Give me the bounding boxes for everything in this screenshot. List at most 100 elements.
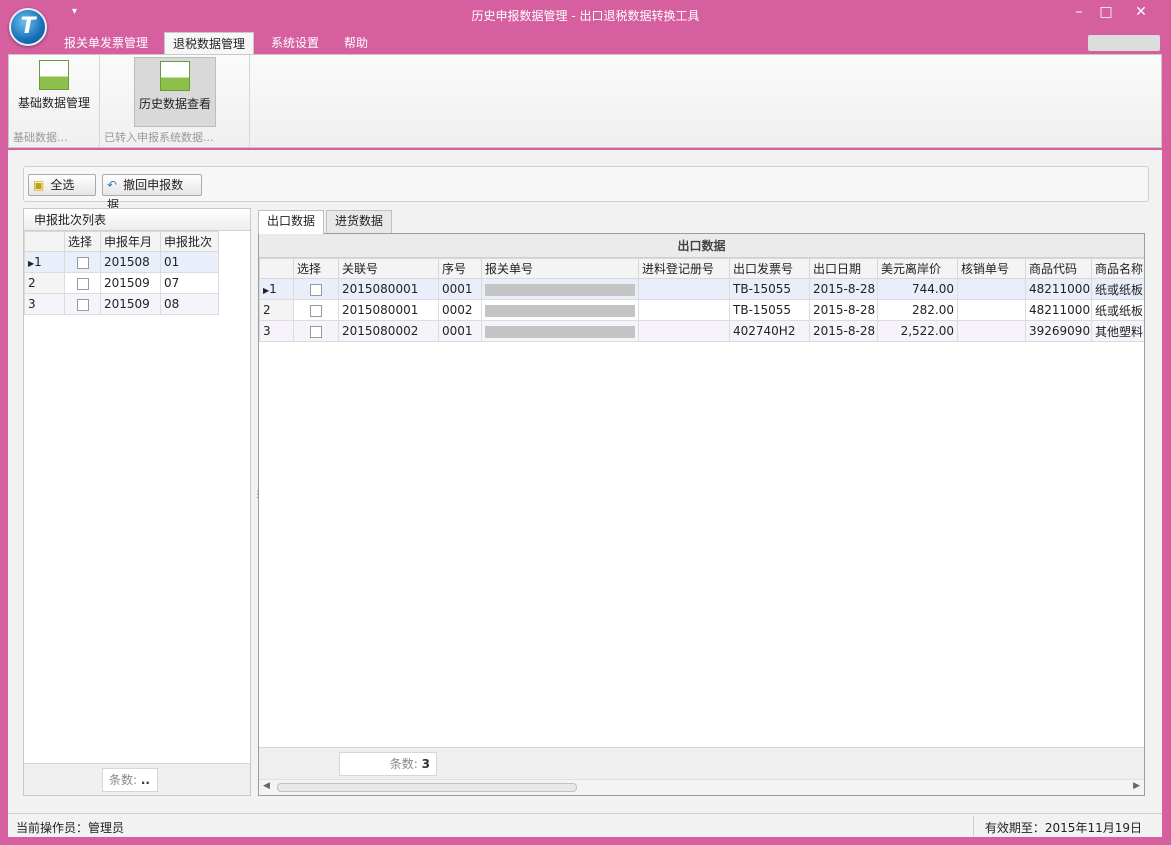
cell-usd-fob: 282.00: [877, 299, 958, 321]
cell-goods-name: 其他塑料: [1091, 320, 1144, 342]
cell-invoice-no: TB-15055: [729, 278, 810, 300]
ribbon-group-history: 历史数据查看 已转入申报系统数据...: [100, 55, 250, 147]
cell-goods-code: 48211000: [1025, 299, 1092, 321]
table-row[interactable]: 3 2015080002 0001 402740H2 2015-8-28 2,5…: [259, 320, 1144, 342]
row-checkbox[interactable]: [64, 251, 101, 273]
cell-usd-fob: 744.00: [877, 278, 958, 300]
select-all-label: 全选: [50, 178, 75, 192]
main-content: ▣ 全选 ↶ 撤回申报数据 申报批次列表 选择 申报年月 申报批次 ▶1 20150…: [8, 150, 1162, 813]
cell-verification-no: [957, 299, 1026, 321]
menu-system-settings[interactable]: 系统设置: [263, 32, 327, 54]
cell-export-date: 2015-8-28: [809, 320, 878, 342]
ribbon-group-basic: 基础数据管理 基础数据...: [9, 55, 100, 147]
cell-batch: 07: [160, 272, 219, 294]
row-indicator: 2: [24, 272, 65, 294]
column-header[interactable]: 美元离岸价: [877, 258, 958, 279]
grid-count: 条数: 3: [339, 752, 437, 776]
cell-register-no: [638, 320, 730, 342]
table-row[interactable]: 3 201509 08: [24, 293, 219, 315]
select-all-button[interactable]: ▣ 全选: [28, 174, 96, 196]
close-icon[interactable]: ✕: [1130, 4, 1152, 22]
table-row[interactable]: 2 201509 07: [24, 272, 219, 294]
row-checkbox[interactable]: [64, 272, 101, 294]
table-row[interactable]: ▶1 2015080001 0001 TB-15055 2015-8-28 74…: [259, 278, 1144, 300]
toolbar: ▣ 全选 ↶ 撤回申报数据: [23, 166, 1149, 212]
ribbon: 基础数据管理 基础数据... 历史数据查看 已转入申报系统数据...: [8, 54, 1162, 148]
menu-bar: 报关单发票管理 退税数据管理 系统设置 帮助: [8, 32, 1162, 54]
cell-batch: 01: [160, 251, 219, 273]
cell-seq: 0002: [438, 299, 482, 321]
cell-goods-code: 39269090: [1025, 320, 1092, 342]
table-row[interactable]: 2 2015080001 0002 TB-15055 2015-8-28 282…: [259, 299, 1144, 321]
history-data-label: 历史数据查看: [138, 97, 211, 111]
row-indicator: 3: [24, 293, 65, 315]
row-checkbox[interactable]: [64, 293, 101, 315]
row-checkbox[interactable]: [293, 320, 339, 342]
cell-register-no: [638, 299, 730, 321]
horizontal-scrollbar[interactable]: ◀ ▶: [259, 779, 1144, 795]
column-header[interactable]: 商品代码: [1025, 258, 1092, 279]
redacted-block: [485, 304, 635, 317]
withdraw-label: 撤回申报数据: [107, 178, 184, 212]
data-tabs-area: 出口数据 进货数据 出口数据 选择 关联号 序号 报关单号 进料登记册号 出口发…: [258, 210, 1149, 796]
redacted-block: [485, 283, 635, 296]
column-header[interactable]: 核销单号: [957, 258, 1026, 279]
column-header[interactable]: 选择: [293, 258, 339, 279]
history-data-button[interactable]: 历史数据查看: [134, 57, 216, 127]
status-bar: 当前操作员：管理员 有效期至：2015年11月19日: [8, 813, 1162, 837]
cell-customs-no: [481, 278, 639, 300]
title-bar: T ▾ 历史申报数据管理 - 出口退税数据转换工具 – □ ✕: [0, 0, 1171, 46]
column-header[interactable]: 商品名称: [1091, 258, 1144, 279]
current-operator: 当前操作员：管理员: [16, 821, 125, 835]
user-chip[interactable]: [1088, 35, 1160, 51]
cell-export-date: 2015-8-28: [809, 299, 878, 321]
column-header[interactable]: 出口发票号: [729, 258, 810, 279]
batch-table: 选择 申报年月 申报批次 ▶1 201508 01 2 201509 07 3 …: [24, 231, 219, 315]
column-header[interactable]: 进料登记册号: [638, 258, 730, 279]
status-divider: [973, 816, 974, 836]
redacted-block: [485, 325, 635, 338]
basic-data-button[interactable]: 基础数据管理: [11, 57, 97, 127]
batch-list-title: 申报批次列表: [24, 209, 250, 231]
scrollbar-thumb[interactable]: [277, 783, 577, 792]
cell-link-no: 2015080002: [338, 320, 439, 342]
export-data-grid: 出口数据 选择 关联号 序号 报关单号 进料登记册号 出口发票号 出口日期 美元…: [258, 233, 1145, 796]
window-icon: [39, 60, 69, 90]
minimize-icon[interactable]: –: [1068, 4, 1090, 22]
menu-tax-refund-management[interactable]: 退税数据管理: [164, 32, 255, 54]
column-header[interactable]: 报关单号: [481, 258, 639, 279]
withdraw-button[interactable]: ↶ 撤回申报数据: [102, 174, 202, 212]
cell-year-month: 201508: [100, 251, 161, 273]
scroll-left-icon[interactable]: ◀: [263, 781, 270, 791]
app-window: T ▾ 历史申报数据管理 - 出口退税数据转换工具 – □ ✕ 报关单发票管理 …: [0, 0, 1171, 845]
table-row[interactable]: ▶1 201508 01: [24, 251, 219, 273]
cell-year-month: 201509: [100, 293, 161, 315]
splitter-handle[interactable]: ⋮: [253, 490, 262, 510]
cell-usd-fob: 2,522.00: [877, 320, 958, 342]
cell-invoice-no: 402740H2: [729, 320, 810, 342]
column-header[interactable]: 出口日期: [809, 258, 878, 279]
row-indicator: ▶1: [259, 278, 294, 300]
cell-verification-no: [957, 320, 1026, 342]
cell-goods-code: 48211000: [1025, 278, 1092, 300]
export-table: 选择 关联号 序号 报关单号 进料登记册号 出口发票号 出口日期 美元离岸价 核…: [259, 258, 1144, 342]
ribbon-group-label: 基础数据...: [13, 131, 68, 144]
column-header[interactable]: 申报年月: [100, 231, 161, 252]
grid-title: 出口数据: [259, 234, 1144, 258]
column-header[interactable]: 选择: [64, 231, 101, 252]
tab-export-data[interactable]: 出口数据: [258, 210, 325, 234]
cell-seq: 0001: [438, 320, 482, 342]
app-logo-icon[interactable]: T: [9, 8, 47, 46]
row-checkbox[interactable]: [293, 278, 339, 300]
column-header[interactable]: 申报批次: [160, 231, 219, 252]
cell-export-date: 2015-8-28: [809, 278, 878, 300]
menu-invoice-management[interactable]: 报关单发票管理: [56, 32, 156, 54]
cell-goods-name: 纸或纸板: [1091, 278, 1144, 300]
column-header[interactable]: 关联号: [338, 258, 439, 279]
menu-help[interactable]: 帮助: [336, 32, 376, 54]
tab-purchase-data[interactable]: 进货数据: [326, 210, 393, 233]
maximize-icon[interactable]: □: [1095, 4, 1117, 22]
column-header[interactable]: 序号: [438, 258, 482, 279]
scroll-right-icon[interactable]: ▶: [1133, 781, 1140, 791]
row-checkbox[interactable]: [293, 299, 339, 321]
